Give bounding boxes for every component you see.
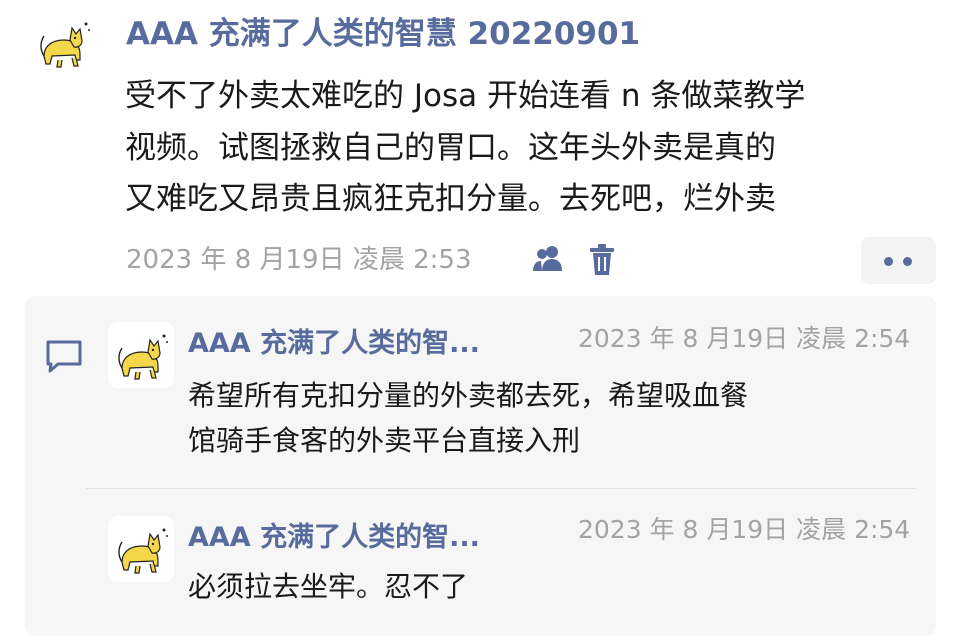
more-dot xyxy=(884,257,893,266)
cat-avatar-icon xyxy=(40,22,90,68)
comment-content-line-1: 必须拉去坐牢。忍不了 xyxy=(188,570,469,603)
comment-author-name[interactable]: AAA 充满了人类的智... xyxy=(188,520,480,556)
post-content-line-3: 又难吃又昂贵且疯狂克扣分量。去死吧，烂外卖 xyxy=(125,181,776,217)
comment-content-line-1: 希望所有克扣分量的外卖都去死，希望吸血餐 xyxy=(188,379,749,412)
cat-avatar-icon xyxy=(118,334,168,380)
comment-avatar[interactable] xyxy=(108,516,174,582)
comment-timestamp: 2023 年 8 月19日 凌晨 2:54 xyxy=(578,515,911,544)
comment-divider xyxy=(86,488,916,489)
post-content-line-2: 视频。试图拯救自己的胃口。这年头外卖是真的 xyxy=(125,130,776,166)
post-content-line-1: 受不了外卖太难吃的 Josa 开始连看 n 条做菜教学 xyxy=(125,78,806,114)
comment-content-line-2: 馆骑手食客的外卖平台直接入刑 xyxy=(188,424,581,457)
post-avatar[interactable] xyxy=(30,10,96,76)
comment-timestamp: 2023 年 8 月19日 凌晨 2:54 xyxy=(578,324,911,353)
more-dot xyxy=(903,257,912,266)
people-icon[interactable] xyxy=(530,243,566,277)
comment-avatar[interactable] xyxy=(108,322,174,388)
post-timestamp: 2023 年 8 月19日 凌晨 2:53 xyxy=(126,245,472,275)
cat-avatar-icon xyxy=(118,528,168,574)
trash-icon[interactable] xyxy=(588,242,616,278)
comment-author-name[interactable]: AAA 充满了人类的智... xyxy=(188,326,480,362)
comment-icon xyxy=(44,338,84,374)
post-author-name[interactable]: AAA 充满了人类的智慧 20220901 xyxy=(126,14,640,54)
more-dots-icon[interactable] xyxy=(861,237,936,284)
